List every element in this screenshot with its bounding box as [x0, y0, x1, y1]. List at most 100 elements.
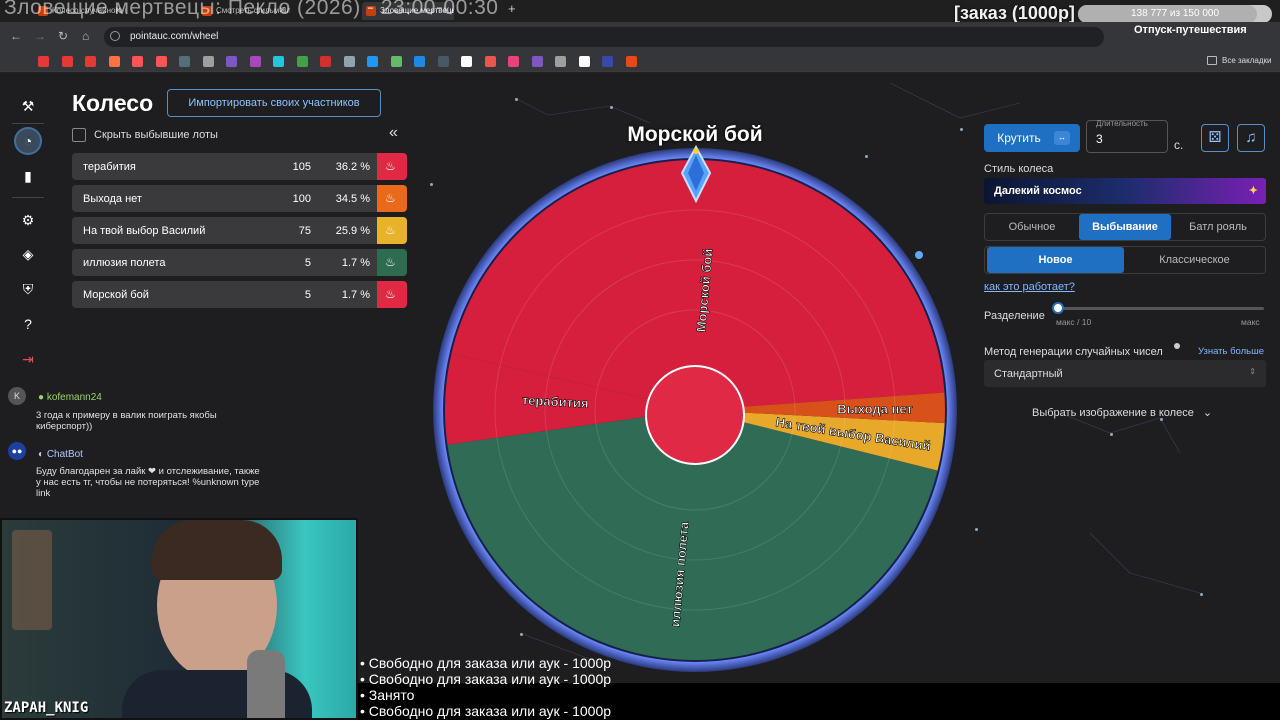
wheel-center[interactable] — [645, 365, 745, 465]
lot-color-swatch[interactable]: ♨ — [377, 217, 407, 244]
import-participants-button[interactable]: Импортировать своих участников — [167, 89, 381, 117]
chat-username: ◐ ChatBot — [38, 449, 83, 460]
bookmark-icon[interactable] — [414, 56, 425, 67]
mode-battle-royale[interactable]: Батл рояль — [1172, 214, 1264, 240]
bookmark-icon[interactable] — [249, 56, 261, 67]
chevron-updown-icon: ⇕ — [1249, 367, 1256, 376]
hide-eliminated-checkbox[interactable] — [72, 128, 86, 142]
rng-select[interactable]: Стандартный ⇕ — [984, 360, 1266, 387]
gear-icon[interactable]: ⚙ — [14, 206, 42, 234]
bookmark-icon[interactable] — [85, 56, 96, 67]
avatar: ●● — [8, 442, 26, 460]
wheel-style-select[interactable]: Далекий космос ✦ — [984, 178, 1266, 204]
logout-icon[interactable]: ⇥ — [14, 345, 42, 373]
chat-message: 3 года к примеру в валик поиграть якобы … — [36, 410, 217, 432]
bookmark-icon[interactable] — [61, 56, 73, 67]
spin-button[interactable]: Крутить ↔ — [984, 124, 1080, 152]
lightbulb-icon: ♨ — [385, 159, 396, 173]
home-icon[interactable]: ⌂ — [82, 29, 89, 43]
bookmark-icon[interactable] — [461, 56, 472, 67]
shield-icon[interactable]: ⛨ — [14, 275, 42, 303]
lot-row[interactable]: Выхода нет 100 34.5 % ♨ — [72, 185, 407, 212]
spin-options-icon[interactable]: ↔ — [1054, 131, 1070, 145]
bookmark-icon[interactable] — [484, 56, 496, 67]
lot-amount: 5 — [304, 289, 311, 301]
bookmark-icon[interactable] — [273, 56, 284, 67]
split-slider-knob[interactable] — [1052, 302, 1064, 314]
variant-new[interactable]: Новое — [987, 247, 1124, 273]
order-line: • Свободно для заказа или аук - 1000р — [360, 671, 612, 687]
duration-unit: с. — [1174, 138, 1184, 152]
lot-row[interactable]: Морской бой 5 1.7 % ♨ — [72, 281, 407, 308]
reload-icon[interactable]: ↻ — [58, 29, 68, 43]
learn-more-link[interactable]: Узнать больше — [1198, 346, 1264, 357]
bookmark-icon[interactable] — [320, 56, 331, 67]
lot-percent: 36.2 % — [335, 161, 370, 173]
bookmark-icon[interactable] — [578, 56, 590, 67]
mode-normal[interactable]: Обычное — [986, 214, 1078, 240]
wheel-icon[interactable]: ◔ — [14, 127, 42, 155]
bookmark-icon[interactable] — [555, 56, 566, 67]
forward-icon[interactable]: → — [34, 29, 46, 43]
back-icon[interactable]: ← — [10, 29, 22, 43]
page-title: Колесо — [72, 90, 154, 116]
lot-row[interactable]: иллюзия полета 5 1.7 % ♨ — [72, 249, 407, 276]
variant-classic[interactable]: Классическое — [1126, 247, 1263, 273]
site-info-icon[interactable] — [110, 31, 120, 41]
music-icon[interactable]: ♫ — [1237, 124, 1265, 152]
lot-name: терабития — [83, 161, 136, 173]
lot-color-swatch[interactable]: ♨ — [377, 185, 407, 212]
bookmark-icon[interactable] — [132, 56, 143, 67]
stream-title: Зловещие мертвецы: Пекло (2026) - 23:00-… — [4, 0, 499, 19]
auction-icon[interactable]: ⚒ — [14, 92, 42, 120]
lot-color-swatch[interactable]: ♨ — [377, 153, 407, 180]
all-bookmarks[interactable]: Все закладки — [1222, 56, 1271, 65]
bookmark-icon[interactable] — [108, 56, 120, 67]
lot-percent: 1.7 % — [341, 257, 370, 269]
lot-name: Морской бой — [83, 289, 149, 301]
bookmark-icon[interactable] — [296, 56, 308, 67]
how-it-works-link[interactable]: как это работает? — [984, 281, 1075, 293]
lot-name: На твой выбор Василий — [83, 225, 206, 237]
collapse-icon[interactable]: « — [389, 124, 398, 142]
bookmark-icon[interactable] — [602, 56, 613, 67]
stats-icon[interactable]: ▮ — [14, 162, 42, 190]
new-tab-button[interactable]: + — [508, 1, 516, 16]
bookmark-icon[interactable] — [508, 56, 519, 67]
order-line: • Свободно для заказа или аук - 1000р — [360, 703, 612, 719]
mode-elimination[interactable]: Выбывание — [1079, 214, 1171, 240]
order-line: • Свободно для заказа или аук - 1000р — [360, 655, 612, 671]
help-icon[interactable]: ? — [14, 310, 42, 338]
wheel-image-toggle[interactable]: Выбрать изображение в колесе ⌄ — [1032, 406, 1212, 419]
bookmark-icon[interactable] — [202, 56, 214, 67]
order-line: • Занято — [360, 687, 415, 703]
bookmark-icon[interactable] — [179, 56, 190, 67]
wheel[interactable]: Морской бойтерабитияиллюзия полетаНа тво… — [430, 145, 960, 675]
bookmark-icon[interactable] — [437, 56, 449, 67]
camera-label: ZAPAH_KNIG — [4, 700, 89, 716]
style-label: Стиль колеса — [984, 163, 1054, 175]
bookmark-icon[interactable] — [155, 56, 167, 67]
bookmark-icon[interactable] — [531, 56, 543, 67]
order-list: • Свободно для заказа или аук - 1000р • … — [360, 655, 611, 719]
order-label: [заказ (1000р] — [954, 3, 1075, 23]
layers-icon[interactable]: ◈ — [14, 240, 42, 268]
bookmark-icon[interactable] — [390, 56, 402, 67]
url-input[interactable]: pointauc.com/wheel — [104, 27, 1104, 47]
lot-amount: 5 — [304, 257, 311, 269]
dice-icon[interactable]: ⚄ — [1201, 124, 1229, 152]
duration-value[interactable]: 3 — [1096, 132, 1103, 146]
lot-name: Выхода нет — [83, 193, 142, 205]
bookmark-icon[interactable] — [38, 56, 49, 67]
lot-amount: 105 — [292, 161, 311, 173]
split-slider[interactable] — [1056, 307, 1264, 310]
lot-color-swatch[interactable]: ♨ — [377, 281, 407, 308]
bookmark-icon[interactable] — [367, 56, 378, 67]
lot-row[interactable]: На твой выбор Василий 75 25.9 % ♨ — [72, 217, 407, 244]
lot-color-swatch[interactable]: ♨ — [377, 249, 407, 276]
lot-row[interactable]: терабития 105 36.2 % ♨ — [72, 153, 407, 180]
bookmark-icon[interactable] — [625, 56, 637, 67]
bookmark-icon[interactable] — [226, 56, 237, 67]
bookmark-icon[interactable] — [343, 56, 355, 67]
donation-progress: 138 777 из 150 000 — [1078, 5, 1272, 23]
